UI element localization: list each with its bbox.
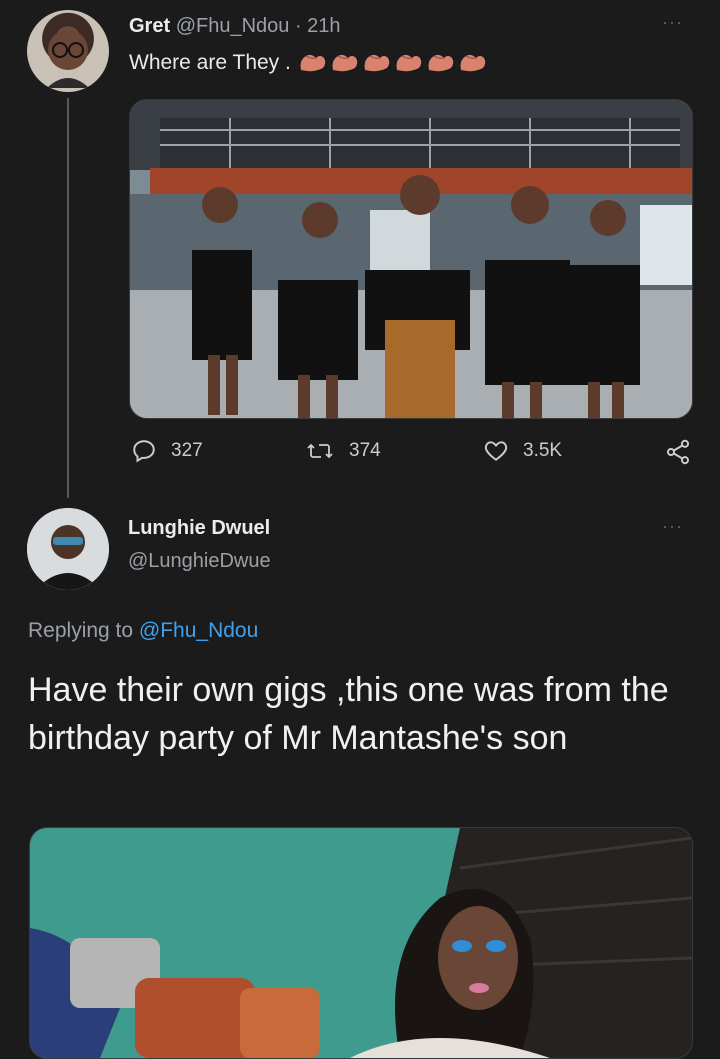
like-count: 3.5K	[523, 440, 563, 461]
tweet-photo[interactable]	[129, 99, 693, 419]
flexed-bicep-icon	[332, 54, 358, 72]
heart-icon	[484, 441, 508, 461]
reply-author-name[interactable]: Lunghie Dwuel	[128, 517, 271, 540]
flexed-bicep-icon	[428, 54, 454, 72]
reply-action[interactable]: 327	[131, 438, 203, 464]
replying-to-link[interactable]: @Fhu_Ndou	[139, 619, 258, 642]
retweet-icon	[307, 443, 333, 459]
tweet-text: Where are They .	[129, 51, 291, 74]
retweet-count: 374	[349, 440, 381, 461]
flexed-bicep-icon	[364, 54, 390, 72]
avatar-gret[interactable]	[27, 10, 109, 92]
reply-text: Have their own gigs ,this one was from t…	[28, 671, 669, 757]
replying-to-label: Replying to	[28, 619, 139, 642]
share-icon	[666, 439, 690, 465]
emoji-row	[297, 50, 489, 76]
like-action[interactable]: 3.5K	[483, 438, 562, 464]
reply-author-handle[interactable]: @LunghieDwue	[128, 550, 271, 573]
reply-count: 327	[171, 440, 203, 461]
flexed-bicep-icon	[396, 54, 422, 72]
retweet-action[interactable]: 374	[305, 438, 381, 464]
tweet-more-button[interactable]: ···	[662, 12, 683, 33]
thread-line	[67, 98, 69, 498]
author-handle[interactable]: @Fhu_Ndou	[176, 15, 290, 37]
comment-icon	[133, 440, 155, 463]
avatar-lunghie[interactable]	[27, 508, 109, 590]
flexed-bicep-icon	[460, 54, 486, 72]
share-action[interactable]	[664, 438, 692, 466]
reply-photo[interactable]	[29, 827, 693, 1059]
reply-more-button[interactable]: ···	[662, 516, 683, 537]
flexed-bicep-icon	[300, 54, 326, 72]
tweet-time[interactable]: · 21h	[295, 15, 341, 37]
author-name[interactable]: Gret	[129, 15, 170, 37]
